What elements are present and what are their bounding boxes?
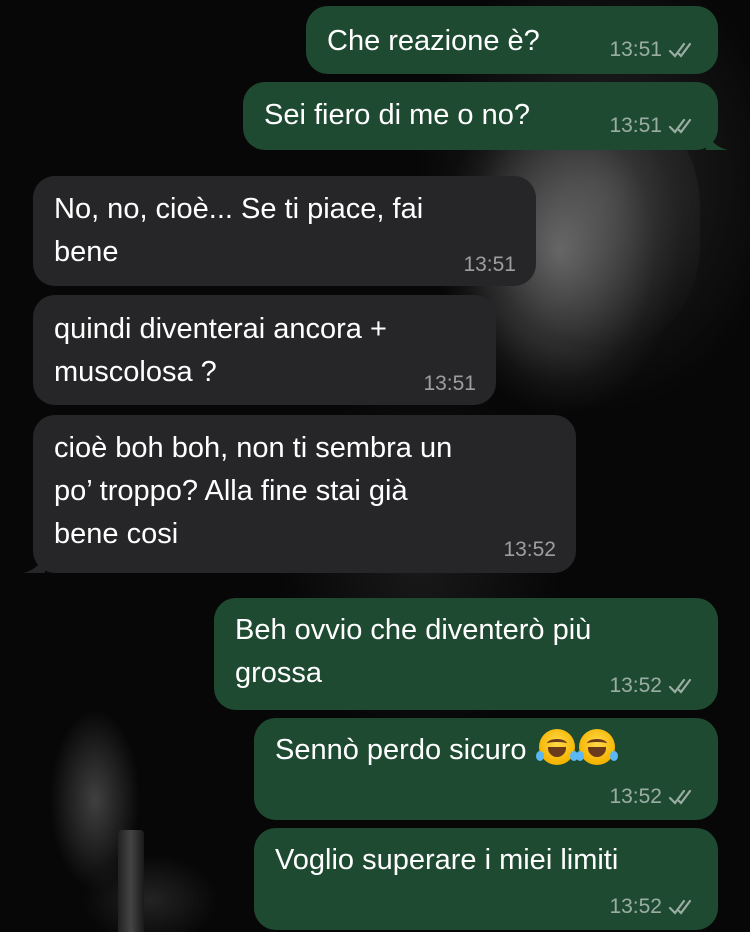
- message-line: quindi diventerai ancora +: [54, 313, 387, 345]
- message-bubble-outgoing[interactable]: Voglio superare i miei limiti 13:52: [254, 828, 718, 930]
- message-meta: 13:51: [463, 253, 516, 277]
- message-line: po’ troppo? Alla fine stai già: [54, 475, 408, 507]
- message-time: 13:51: [609, 114, 662, 137]
- message-time: 13:52: [609, 785, 662, 808]
- message-meta: 13:52: [609, 785, 698, 809]
- message-line: grossa: [235, 657, 323, 689]
- message-text: Voglio superare i miei limiti: [275, 844, 619, 876]
- message-bubble-outgoing[interactable]: Che reazione è? 13:51: [306, 6, 718, 74]
- wallpaper-microphone: [118, 830, 144, 932]
- double-check-icon: [668, 899, 692, 915]
- message-line: Beh ovvio che diventerò più: [235, 614, 592, 646]
- message-bubble-incoming[interactable]: No, no, cioè... Se ti piace, fai bene 13…: [33, 176, 536, 286]
- message-bubble-outgoing[interactable]: Sennò perdo sicuro 13:52: [254, 718, 718, 820]
- double-check-icon: [668, 42, 692, 58]
- message-time: 13:52: [609, 895, 662, 918]
- message-line: Sennò perdo sicuro: [275, 734, 527, 766]
- double-check-icon: [668, 118, 692, 134]
- message-text: cioè boh boh, non ti sembra un po’ tropp…: [54, 427, 452, 556]
- message-text: Sei fiero di me o no?: [264, 99, 530, 131]
- message-line: cioè boh boh, non ti sembra un: [54, 432, 453, 464]
- message-meta: 13:51: [609, 114, 698, 138]
- message-line: bene cosi: [54, 518, 179, 550]
- message-line: No, no, cioè... Se ti piace, fai: [54, 193, 424, 225]
- message-text: Sennò perdo sicuro: [275, 729, 618, 772]
- message-meta: 13:51: [423, 372, 476, 396]
- double-check-icon: [668, 678, 692, 694]
- message-meta: 13:52: [609, 674, 698, 698]
- message-time: 13:51: [609, 38, 662, 61]
- bubble-tail: [706, 128, 728, 150]
- message-bubble-incoming[interactable]: quindi diventerai ancora + muscolosa ? 1…: [33, 295, 496, 405]
- bubble-tail: [23, 551, 45, 573]
- message-time: 13:52: [609, 674, 662, 697]
- message-line: muscolosa ?: [54, 356, 217, 388]
- message-text: quindi diventerai ancora + muscolosa ?: [54, 308, 387, 394]
- message-meta: 13:51: [609, 38, 698, 62]
- message-text: Che reazione è?: [327, 25, 540, 57]
- message-text: No, no, cioè... Se ti piace, fai bene: [54, 188, 423, 274]
- message-text: Beh ovvio che diventerò più grossa: [235, 609, 591, 695]
- double-check-icon: [668, 789, 692, 805]
- face-with-tears-of-joy-icon: [535, 729, 578, 765]
- message-meta: 13:52: [609, 895, 698, 919]
- message-time: 13:52: [503, 538, 556, 561]
- message-bubble-incoming[interactable]: cioè boh boh, non ti sembra un po’ tropp…: [23, 415, 576, 573]
- message-line: bene: [54, 236, 119, 268]
- message-bubble-outgoing[interactable]: Beh ovvio che diventerò più grossa 13:52: [214, 598, 718, 710]
- message-time: 13:51: [463, 253, 516, 276]
- message-meta: 13:52: [503, 538, 556, 562]
- message-bubble-outgoing[interactable]: Sei fiero di me o no? 13:51: [243, 82, 728, 150]
- message-time: 13:51: [423, 372, 476, 395]
- face-with-tears-of-joy-icon: [575, 729, 618, 765]
